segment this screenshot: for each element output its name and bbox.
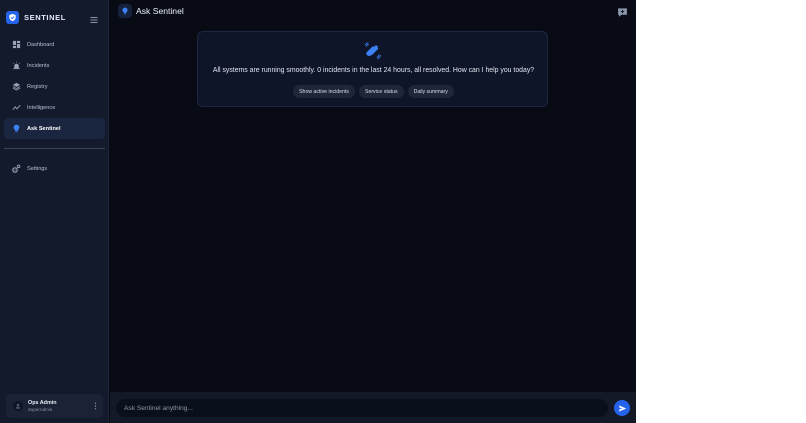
- suggestion-show-active-incidents[interactable]: Show active incidents: [293, 85, 355, 98]
- suggestion-chips: Show active incidents Service status Dai…: [198, 85, 549, 98]
- send-button[interactable]: [614, 400, 630, 416]
- welcome-card: All systems are running smoothly. 0 inci…: [197, 31, 548, 107]
- message-input[interactable]: [124, 399, 594, 417]
- gear-icon: [11, 164, 21, 174]
- sidebar-item-incidents[interactable]: Incidents: [4, 55, 105, 76]
- sidebar-nav: Dashboard Incidents Registry Intelligenc…: [4, 34, 105, 139]
- sidebar-item-settings[interactable]: Settings: [4, 158, 105, 179]
- sidebar-item-label: Incidents: [27, 62, 50, 69]
- suggestion-daily-summary[interactable]: Daily summary: [407, 85, 454, 98]
- wave-hand-icon: [363, 42, 383, 62]
- new-chat-icon[interactable]: [617, 5, 628, 17]
- message-composer: [116, 399, 608, 417]
- layers-icon: [11, 82, 21, 92]
- sidebar-item-label: Registry: [27, 83, 48, 90]
- sidebar-item-dashboard[interactable]: Dashboard: [4, 34, 105, 55]
- page-title: Ask Sentinel: [136, 6, 184, 16]
- brand-name: SENTINEL: [24, 12, 66, 22]
- sidebar-item-label: Settings: [27, 165, 48, 172]
- welcome-message: All systems are running smoothly. 0 inci…: [212, 67, 535, 74]
- sidebar-item-label: Ask Sentinel: [27, 125, 61, 132]
- brand[interactable]: SENTINEL: [6, 10, 66, 24]
- lightbulb-icon: [118, 4, 132, 18]
- sidebar: SENTINEL Dashboard Incidents Registry In…: [0, 0, 109, 423]
- sidebar-item-label: Dashboard: [27, 41, 55, 48]
- user-card[interactable]: Ops Admin SuperAdmin: [6, 394, 103, 418]
- chat-header: Ask Sentinel: [110, 0, 636, 22]
- lightbulb-icon: [11, 124, 21, 134]
- send-icon: [618, 404, 626, 412]
- user-role: SuperAdmin: [28, 406, 53, 412]
- app-window: SENTINEL Dashboard Incidents Registry In…: [0, 0, 636, 423]
- shield-icon: [6, 10, 19, 24]
- more-vertical-icon[interactable]: [93, 402, 97, 410]
- hamburger-menu-icon[interactable]: [89, 12, 99, 23]
- user-info: Ops Admin SuperAdmin: [28, 400, 57, 411]
- dashboard-icon: [11, 40, 21, 50]
- sidebar-item-intelligence[interactable]: Intelligence: [4, 97, 105, 118]
- avatar: [13, 401, 23, 411]
- sidebar-item-ask-sentinel[interactable]: Ask Sentinel: [4, 118, 105, 139]
- trend-icon: [11, 103, 21, 113]
- siren-icon: [11, 61, 21, 71]
- suggestion-service-status[interactable]: Service status: [358, 85, 404, 98]
- sidebar-item-registry[interactable]: Registry: [4, 76, 105, 97]
- sidebar-divider: [4, 148, 105, 149]
- composer-bar: [110, 392, 636, 423]
- user-icon: [15, 403, 21, 409]
- sidebar-settings-section: Settings: [4, 158, 105, 179]
- sidebar-item-label: Intelligence: [27, 104, 56, 111]
